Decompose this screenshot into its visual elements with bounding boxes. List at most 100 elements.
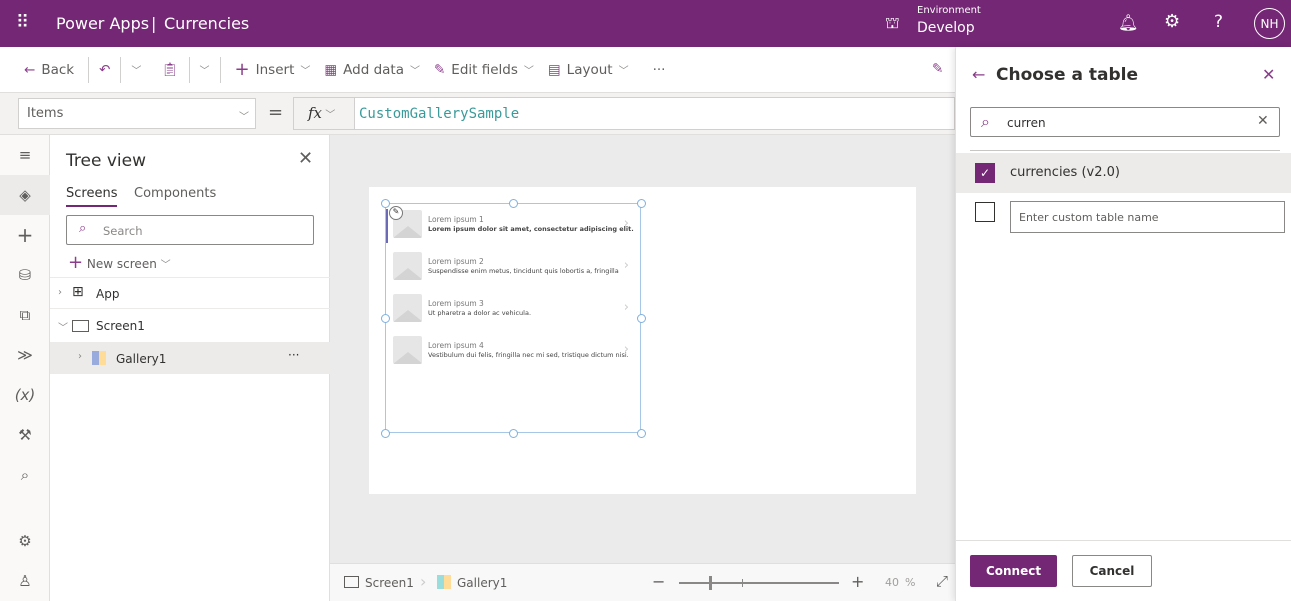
zoom-out-button[interactable]: − <box>652 572 665 591</box>
arrow-left-icon: ← <box>24 61 36 78</box>
environment-icon: ⛫ <box>885 13 900 32</box>
resize-handle[interactable] <box>381 314 390 323</box>
app-name: Power Apps <box>56 14 150 33</box>
resize-handle[interactable] <box>637 199 646 208</box>
hamburger-icon[interactable]: ≡ <box>0 135 50 175</box>
table-option[interactable]: ✓ currencies (v2.0) <box>956 153 1291 193</box>
gallery-icon <box>437 575 451 589</box>
tree-node-gallery1[interactable]: › Gallery1 ··· <box>50 342 330 374</box>
choose-table-panel: ← Choose a table ✕ ⌕ curren ✕ ✓ currenci… <box>955 47 1291 601</box>
property-dropdown[interactable]: Items ﹀ <box>18 98 256 129</box>
formula-input[interactable]: CustomGallerySample <box>354 97 955 130</box>
gallery-item[interactable]: Lorem ipsum 1 Lorem ipsum dolor sit amet,… <box>386 204 641 246</box>
tree-node-app[interactable]: › ⊞ App <box>50 277 330 309</box>
layout-button[interactable]: ▤ Layout ﹀ <box>544 62 633 78</box>
edit-fields-icon: ✎ <box>433 61 446 78</box>
tree-title: Tree view <box>66 151 146 171</box>
canvas: ✎ Lorem ipsum 1 Lorem ipsum dolor sit ame… <box>330 135 955 563</box>
resize-handle[interactable] <box>509 199 518 208</box>
database-icon[interactable]: ⛁ <box>0 255 50 295</box>
gallery-item[interactable]: Lorem ipsum 2 Suspendisse enim metus, tin… <box>386 246 641 288</box>
more-button[interactable]: ··· <box>288 348 299 362</box>
plus-icon[interactable]: + <box>0 215 50 255</box>
resize-handle[interactable] <box>509 429 518 438</box>
resize-handle[interactable] <box>381 199 390 208</box>
zoom-slider[interactable] <box>679 576 839 590</box>
node-label: App <box>96 287 120 301</box>
edit-fields-button[interactable]: ✎ Edit fields ﹀ <box>430 62 538 78</box>
connect-button[interactable]: Connect <box>970 555 1057 587</box>
back-label: Back <box>41 61 75 78</box>
edit-icon[interactable]: ✎ <box>389 206 403 220</box>
item-title: Lorem ipsum 1 <box>428 215 484 224</box>
variables-icon[interactable]: (x) <box>0 375 50 415</box>
item-subtitle: Lorem ipsum dolor sit amet, consectetur … <box>428 225 634 233</box>
close-icon[interactable]: ✕ <box>1262 65 1275 84</box>
separator: | <box>151 14 157 33</box>
resize-handle[interactable] <box>637 314 646 323</box>
settings-icon[interactable]: ⚙ <box>0 521 50 561</box>
item-subtitle: Ut pharetra a dolor ac vehicula. <box>428 309 532 317</box>
media-icon[interactable]: ⧉ <box>0 295 50 335</box>
equals-sign: = <box>268 102 284 123</box>
app-launcher-icon[interactable]: ⠿ <box>16 12 29 33</box>
power-automate-icon[interactable]: ≫ <box>0 335 50 375</box>
clear-icon[interactable]: ✕ <box>1257 113 1269 129</box>
layers-icon[interactable]: ◈ <box>0 175 50 215</box>
chevron-down-icon[interactable]: ﹀ <box>131 62 141 77</box>
edit-fields-label: Edit fields <box>451 61 518 78</box>
gallery-item[interactable]: Lorem ipsum 3 Ut pharetra a dolor ac vehi… <box>386 288 641 330</box>
add-data-button[interactable]: ▦ Add data ﹀ <box>320 62 424 78</box>
item-title: Lorem ipsum 3 <box>428 299 484 308</box>
search-value: curren <box>1007 116 1046 130</box>
chevron-right-icon: › <box>623 258 629 273</box>
custom-table-input[interactable]: Enter custom table name <box>1010 201 1285 233</box>
cancel-button[interactable]: Cancel <box>1072 555 1152 587</box>
env-name[interactable]: Develop <box>917 20 975 36</box>
zoom-in-button[interactable]: + <box>851 572 864 591</box>
property-value: Items <box>27 106 64 121</box>
checkbox-checked[interactable]: ✓ <box>975 163 995 183</box>
tab-components[interactable]: Components <box>134 186 216 201</box>
chevron-right-icon: › <box>623 342 629 357</box>
table-add-icon: ▦ <box>324 61 338 78</box>
item-subtitle: Suspendisse enim metus, tincidunt quis l… <box>428 267 619 275</box>
back-button[interactable]: ← Back <box>20 62 78 78</box>
undo-icon[interactable]: ↶ <box>99 62 110 78</box>
gear-icon[interactable]: ⚙ <box>1164 11 1180 32</box>
help-icon[interactable]: ? <box>1214 12 1223 32</box>
clipboard-icon[interactable]: 📋︎ <box>161 62 178 78</box>
more-button[interactable]: ··· <box>653 62 666 78</box>
chevron-right-icon: › <box>623 300 629 315</box>
close-icon[interactable]: ✕ <box>298 148 313 169</box>
gallery-item[interactable]: Lorem ipsum 4 Vestibulum dui felis, fring… <box>386 330 641 372</box>
new-screen-button[interactable]: + New screen ﹀ <box>68 252 171 273</box>
resize-handle[interactable] <box>637 429 646 438</box>
fx-button[interactable]: fx ﹀ <box>293 97 355 130</box>
breadcrumb-gallery[interactable]: Gallery1 <box>457 576 507 590</box>
insert-button[interactable]: + Insert ﹀ <box>231 59 315 80</box>
bell-icon[interactable]: 🔔︎ <box>1118 13 1138 32</box>
back-arrow-icon[interactable]: ← <box>972 65 985 84</box>
gallery[interactable]: ✎ Lorem ipsum 1 Lorem ipsum dolor sit ame… <box>381 199 646 438</box>
custom-table-checkbox[interactable] <box>975 202 995 222</box>
pencil-icon[interactable]: ✎ <box>932 61 943 77</box>
chevron-down-icon[interactable]: ﹀ <box>200 62 210 77</box>
avatar[interactable]: NH <box>1254 8 1285 39</box>
image-placeholder-icon <box>393 336 422 364</box>
search-icon[interactable]: ⌕ <box>0 455 50 495</box>
breadcrumb-screen[interactable]: Screen1 <box>365 576 414 590</box>
zoom-slider-thumb[interactable] <box>709 576 712 590</box>
tab-screens[interactable]: Screens <box>66 186 118 207</box>
insert-label: Insert <box>255 61 295 78</box>
tree-search-input[interactable]: ⌕ Search <box>66 215 314 245</box>
fit-screen-icon[interactable]: ⤢ <box>936 572 948 590</box>
virtual-agent-icon[interactable]: ♙ <box>0 561 50 601</box>
search-icon: ⌕ <box>981 112 990 131</box>
table-search-input[interactable]: ⌕ curren ✕ <box>970 107 1280 137</box>
tools-icon[interactable]: ⚒ <box>0 415 50 455</box>
resize-handle[interactable] <box>381 429 390 438</box>
image-placeholder-icon <box>393 252 422 280</box>
left-rail: ≡ ◈ + ⛁ ⧉ ≫ (x) ⚒ ⌕ ⚙ ♙ <box>0 135 50 601</box>
tree-node-screen1[interactable]: ﹀ Screen1 <box>50 310 330 342</box>
